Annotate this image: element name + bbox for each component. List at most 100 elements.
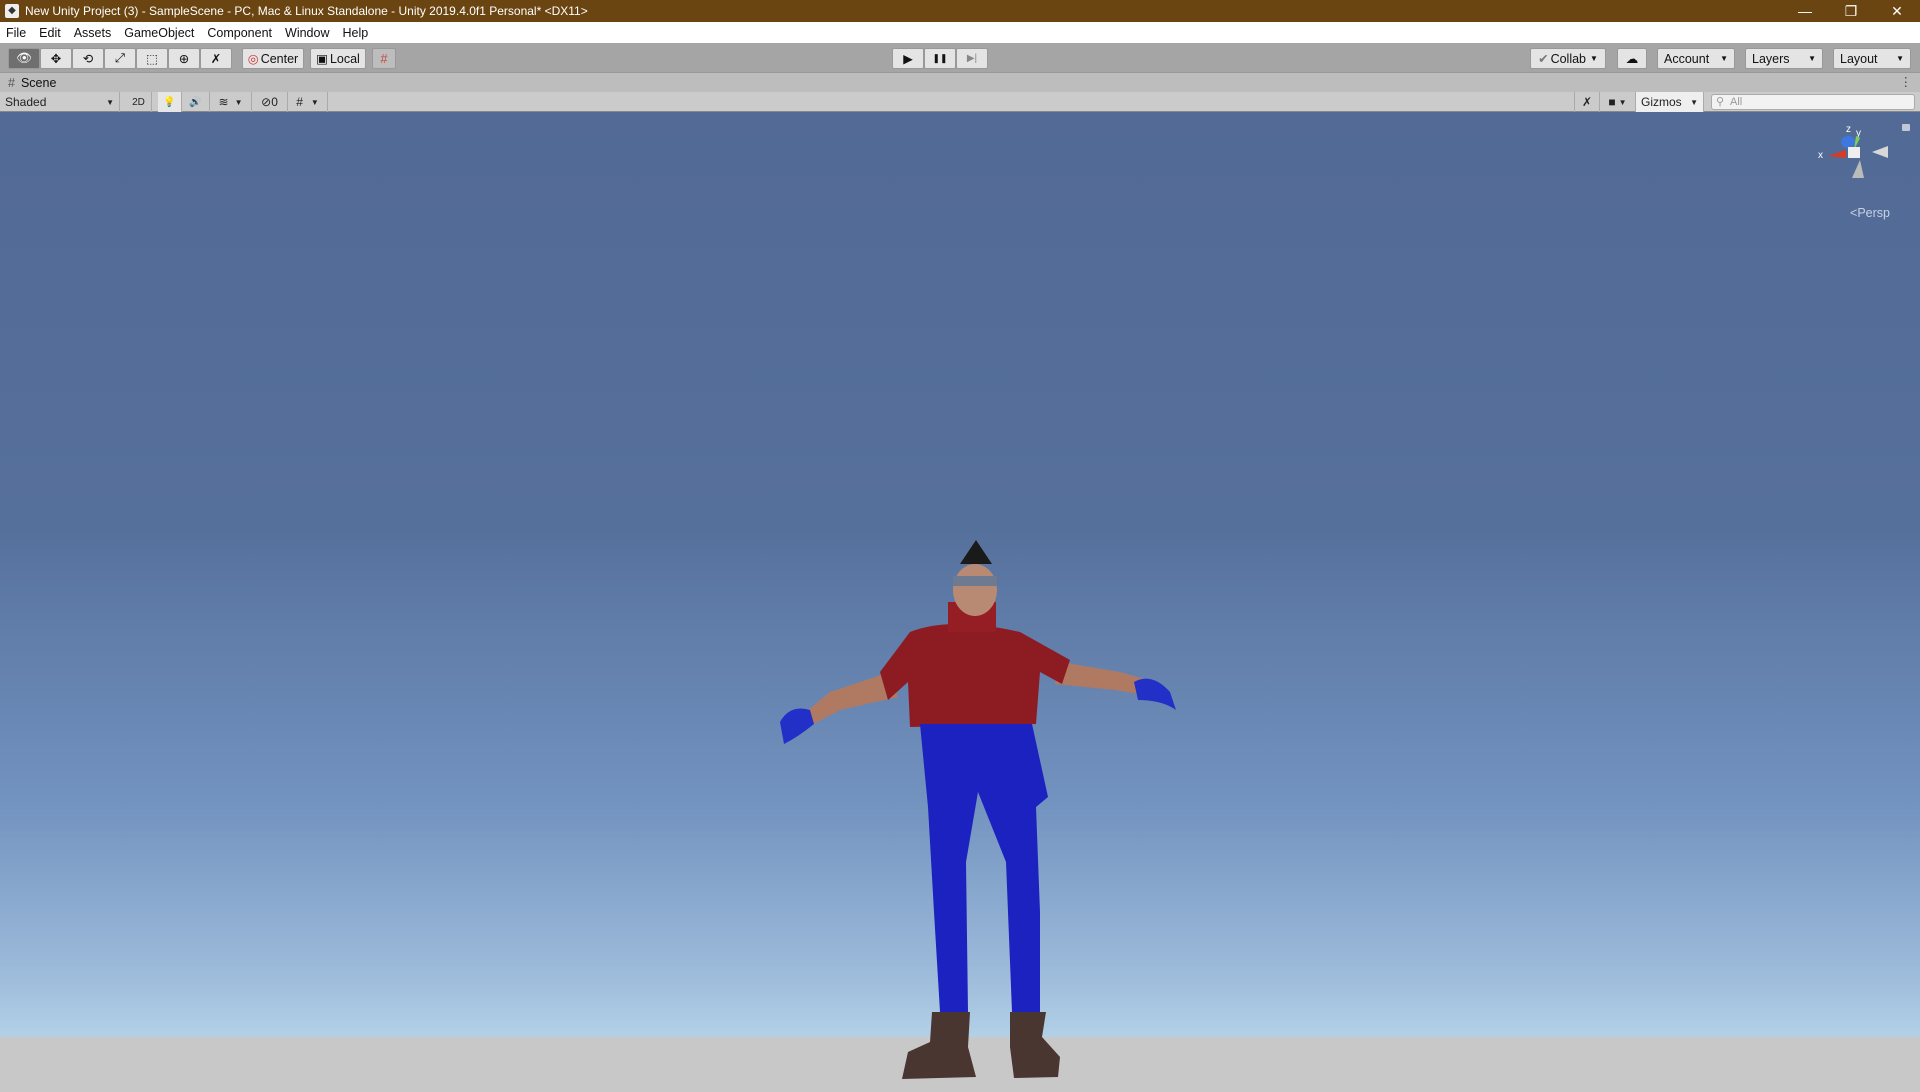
rotate-icon: ⟲ [82,52,94,66]
search-icon: ⚲ [1716,96,1725,108]
move-icon: ✥ [50,52,62,66]
gizmos-dropdown[interactable]: Gizmos ▼ [1636,92,1704,112]
menu-assets[interactable]: Assets [74,26,112,40]
hidden-count: 0 [271,95,278,109]
lightbulb-icon: 💡 [163,96,176,108]
play-icon: ▶ [903,52,913,66]
neg-y-axis-cone[interactable] [1852,160,1864,178]
camera-icon: ■ [1608,95,1616,109]
pivot-icon: ◎ [247,52,259,66]
orientation-gizmo[interactable]: z y x [1810,120,1900,210]
scene-tab-icon: # [8,75,15,90]
camera-dropdown[interactable]: ■ ▼ [1600,92,1636,112]
scene-tab[interactable]: # Scene ⋮ [0,73,1920,92]
rect-icon: ⬚ [146,52,158,66]
wrench-icon: ✗ [1581,95,1593,109]
transform-icon: ⊕ [178,52,190,66]
z-axis-cone[interactable] [1841,136,1855,148]
search-placeholder: All [1730,96,1743,108]
layout-dropdown[interactable]: Layout ▼ [1833,48,1911,69]
chevron-down-icon: ▼ [310,97,319,107]
transform-tool-button[interactable]: ⊕ [168,48,200,69]
projection-toggle[interactable]: <Persp [1850,206,1890,220]
minimize-button[interactable]: — [1782,0,1828,22]
draw-mode-dropdown[interactable]: Shaded ▼ [0,92,120,112]
space-label: Local [329,51,360,66]
grid-dropdown[interactable]: # ▼ [288,92,328,112]
neg-x-axis-cone[interactable] [1872,146,1888,158]
x-axis-cone[interactable] [1828,150,1846,158]
right-boot [1010,1012,1060,1078]
scene-viewport[interactable]: z y x <Persp [0,112,1920,1079]
restore-button[interactable]: ❐ [1828,0,1874,22]
snap-button[interactable]: # [372,48,396,69]
wrench-icon: ✗ [210,52,222,66]
audio-toggle[interactable]: 🔊 [182,92,210,112]
pause-icon: ❚❚ [932,53,948,63]
pivot-local-button[interactable]: ▣ Local [310,48,366,69]
account-dropdown[interactable]: Account ▼ [1657,48,1735,69]
speaker-icon: 🔊 [189,96,202,108]
effects-dropdown[interactable]: ≋ ▼ [210,92,252,112]
layers-dropdown[interactable]: Layers ▼ [1745,48,1823,69]
menu-edit[interactable]: Edit [39,26,61,40]
rotate-tool-button[interactable]: ⟲ [72,48,104,69]
rect-tool-button[interactable]: ⬚ [136,48,168,69]
right-glove [1134,678,1176,710]
chevron-down-icon: ▼ [1896,54,1904,63]
scene-toolbar: Shaded ▼ 2D 💡 🔊 ≋ ▼ ⊘ 0 # ▼ ✗ ■ ▼ Gizmos ▼ ⚲ Al… [0,92,1920,112]
hidden-objects-toggle[interactable]: ⊘ 0 [252,92,288,112]
chevron-down-icon: ▼ [1690,97,1698,107]
cube-icon: ▣ [316,52,328,66]
gizmo-center-cube[interactable] [1848,147,1860,158]
menu-window[interactable]: Window [285,26,329,40]
effects-icon: ≋ [218,95,229,109]
menu-file[interactable]: File [6,26,26,40]
chevron-down-icon: ▼ [1808,54,1816,63]
menu-component[interactable]: Component [207,26,272,40]
lock-icon[interactable] [1902,124,1910,131]
2d-toggle[interactable]: 2D [126,92,152,112]
left-glove [780,708,814,744]
collab-dropdown[interactable]: ✔ Collab ▼ [1530,48,1606,69]
2d-label: 2D [132,96,145,108]
gizmo-z-label: z [1846,124,1851,135]
gizmo-x-label: x [1818,150,1823,161]
menu-help[interactable]: Help [342,26,368,40]
pivot-center-button[interactable]: ◎ Center [242,48,304,69]
view-tool-button[interactable]: 👁 [8,48,40,69]
custom-tool-button[interactable]: ✗ [200,48,232,69]
character-model[interactable] [770,532,1190,1092]
close-button[interactable]: ✕ [1874,0,1920,22]
cloud-button[interactable]: ☁ [1617,48,1647,69]
kebab-menu-icon[interactable]: ⋮ [1900,74,1913,89]
play-button[interactable]: ▶ [892,48,924,69]
check-icon: ✔ [1538,52,1549,66]
scene-tools-button[interactable]: ✗ [1574,92,1600,112]
chevron-down-icon: ▼ [106,97,114,107]
chevron-down-icon: ▼ [234,97,243,107]
window-title: New Unity Project (3) - SampleScene - PC… [25,4,588,18]
pivot-label: Center [260,51,299,66]
account-label: Account [1664,51,1710,66]
blue-pants [920,724,1048,1012]
scene-search-input[interactable]: ⚲ All [1711,94,1915,110]
pause-button[interactable]: ❚❚ [924,48,956,69]
lighting-toggle[interactable]: 💡 [158,92,182,112]
layers-label: Layers [1752,51,1790,66]
collab-label: Collab [1550,51,1586,66]
goggles [953,576,997,586]
gizmos-label: Gizmos [1641,95,1682,109]
chevron-down-icon: ▼ [1590,54,1598,63]
draw-mode-label: Shaded [5,95,47,109]
menu-gameobject[interactable]: GameObject [124,26,194,40]
red-shirt [880,624,1070,727]
scale-tool-button[interactable]: ⤢ [104,48,136,69]
left-boot [902,1012,976,1079]
layout-label: Layout [1840,51,1878,66]
main-toolbar: 👁 ✥ ⟲ ⤢ ⬚ ⊕ ✗ ◎ Center ▣ Local # ▶ ❚❚ ▶| ✔… [0,43,1920,73]
move-tool-button[interactable]: ✥ [40,48,72,69]
step-button[interactable]: ▶| [956,48,988,69]
scale-icon: ⤢ [114,51,125,65]
snap-icon: # [380,51,388,66]
